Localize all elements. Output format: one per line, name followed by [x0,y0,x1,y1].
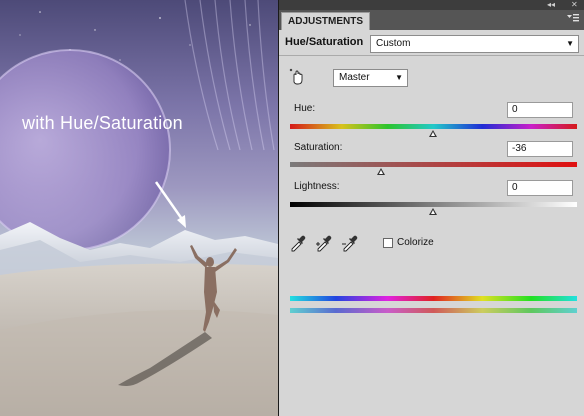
hue-label: Hue: [294,103,316,114]
tab-adjustments[interactable]: ADJUSTMENTS [281,12,371,30]
saturation-label: Saturation: [294,142,343,153]
hue-slider-track[interactable] [290,124,577,129]
panel-tab-row: ADJUSTMENTS [279,10,584,30]
artwork-image: with Hue/Saturation [0,0,278,416]
chevron-down-icon: ▼ [566,39,574,48]
output-color-spectrum [290,308,577,313]
chevron-down-icon: ▼ [395,73,403,82]
lightness-input[interactable]: 0 [507,180,573,196]
colorize-label: Colorize [397,237,434,248]
preset-dropdown[interactable]: Custom ▼ [370,35,579,53]
adjustments-panel: ◂◂ ✕ ADJUSTMENTS Hue/Saturation Custom ▼… [278,0,584,416]
scene-illustration [0,0,278,416]
hue-input[interactable]: 0 [507,102,573,118]
saturation-slider-thumb[interactable] [377,168,385,175]
saturation-slider-track[interactable] [290,162,577,167]
channel-value: Master [339,72,370,83]
input-color-spectrum [290,296,577,301]
collapse-panel-icon[interactable]: ◂◂ [547,0,555,10]
panel-menu-icon[interactable] [567,13,579,28]
lightness-slider-thumb[interactable] [429,208,437,215]
lightness-slider-track[interactable] [290,202,577,207]
eyedropper-minus-icon[interactable] [341,234,359,252]
preset-value: Custom [376,38,411,49]
artwork-caption: with Hue/Saturation [22,113,183,133]
eyedropper-plus-icon[interactable] [315,234,333,252]
eyedropper-icon[interactable] [289,234,307,252]
adjustment-title: Hue/Saturation [285,36,364,48]
close-panel-icon[interactable]: ✕ [571,0,578,10]
channel-dropdown[interactable]: Master ▼ [333,69,408,87]
targeted-adjustment-hand-icon[interactable] [288,68,308,88]
hue-slider-thumb[interactable] [429,130,437,137]
colorize-checkbox[interactable] [383,238,393,248]
panel-titlebar: ◂◂ ✕ [279,0,584,10]
lightness-label: Lightness: [294,181,340,192]
saturation-input[interactable]: -36 [507,141,573,157]
